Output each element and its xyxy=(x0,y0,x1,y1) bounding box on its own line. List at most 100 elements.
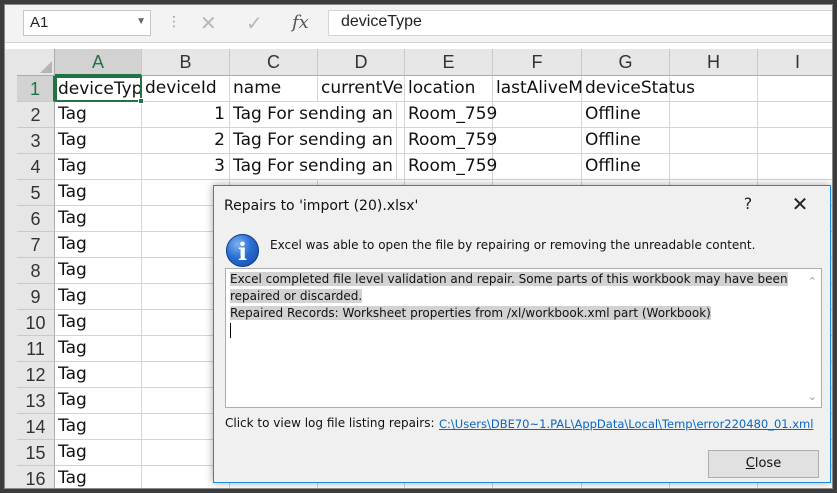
device-type-cell[interactable]: Tag xyxy=(55,232,142,258)
row-header-16[interactable]: 16 xyxy=(17,466,55,488)
cell[interactable] xyxy=(493,102,582,128)
details-line-2: repaired or discarded. xyxy=(230,289,363,303)
header-cell-b[interactable]: deviceId xyxy=(142,76,230,102)
dialog-title: Repairs to 'import (20).xlsx' xyxy=(224,198,419,214)
row-header-8[interactable]: 8 xyxy=(17,258,55,284)
info-icon: i xyxy=(226,234,259,267)
cell[interactable] xyxy=(670,102,758,128)
scroll-down-icon[interactable]: ⌄ xyxy=(808,388,817,405)
dialog-message: Excel was able to open the file by repai… xyxy=(270,238,756,252)
header-cell-g[interactable]: deviceStatus xyxy=(582,76,695,102)
header-cell-e[interactable]: location xyxy=(405,76,493,102)
repairs-dialog: Repairs to 'import (20).xlsx' ? ✕ i Exce… xyxy=(213,185,831,483)
cell[interactable] xyxy=(493,154,582,180)
details-line-3: Repaired Records: Worksheet properties f… xyxy=(230,306,711,320)
row-header-7[interactable]: 7 xyxy=(17,232,55,258)
name-cell[interactable]: Tag For sending an a xyxy=(230,128,397,154)
close-button-label: lose xyxy=(754,456,782,471)
location-cell[interactable]: Room_759 xyxy=(405,154,497,180)
header-cell-c[interactable]: name xyxy=(230,76,318,102)
close-icon[interactable]: ✕ xyxy=(788,192,812,216)
device-type-cell[interactable]: Tag xyxy=(55,154,142,180)
cancel-icon[interactable]: ✕ xyxy=(200,11,217,35)
name-cell[interactable]: Tag For sending an a xyxy=(230,154,397,180)
scroll-up-icon[interactable]: ⌃ xyxy=(808,273,817,290)
check-icon[interactable]: ✓ xyxy=(246,11,263,35)
cell[interactable] xyxy=(758,128,832,154)
device-type-cell[interactable]: Tag xyxy=(55,180,142,206)
row-header-11[interactable]: 11 xyxy=(17,336,55,362)
name-cell[interactable]: Tag For sending an a xyxy=(230,102,397,128)
formula-input[interactable]: deviceType xyxy=(328,10,832,36)
formula-bar-grip-icon: ⋮ xyxy=(167,14,181,30)
column-header-e[interactable]: E xyxy=(405,49,493,76)
row-header-9[interactable]: 9 xyxy=(17,284,55,310)
device-id-cell[interactable]: 3 xyxy=(142,154,230,180)
text-caret xyxy=(230,323,231,338)
row-header-4[interactable]: 4 xyxy=(17,154,55,180)
device-type-cell[interactable]: Tag xyxy=(55,466,142,488)
device-id-cell[interactable]: 2 xyxy=(142,128,230,154)
excel-window: A1 ▼ ⋮ ✕ ✓ fx deviceType ABCDEFGHI123456… xyxy=(4,4,833,489)
repair-details-textarea[interactable]: Excel completed file level validation an… xyxy=(225,268,822,408)
details-line-1: Excel completed file level validation an… xyxy=(230,272,788,286)
device-id-cell[interactable]: 1 xyxy=(142,102,230,128)
status-cell[interactable]: Offline xyxy=(582,154,670,180)
cell[interactable] xyxy=(758,154,832,180)
fill-handle[interactable] xyxy=(138,98,144,104)
column-header-d[interactable]: D xyxy=(318,49,405,76)
status-cell[interactable]: Offline xyxy=(582,102,670,128)
log-file-link[interactable]: C:\Users\DBE70~1.PAL\AppData\Local\Temp\… xyxy=(439,417,813,431)
row-header-6[interactable]: 6 xyxy=(17,206,55,232)
formula-bar: A1 ▼ ⋮ ✕ ✓ fx deviceType xyxy=(5,5,832,43)
header-cell-d[interactable]: currentVe xyxy=(318,76,405,102)
row-header-13[interactable]: 13 xyxy=(17,388,55,414)
device-type-cell[interactable]: Tag xyxy=(55,336,142,362)
select-all-button[interactable] xyxy=(17,49,55,76)
name-box-value: A1 xyxy=(30,14,49,31)
device-type-cell[interactable]: Tag xyxy=(55,128,142,154)
column-header-i[interactable]: I xyxy=(758,49,832,76)
cell[interactable] xyxy=(670,128,758,154)
chevron-down-icon[interactable]: ▼ xyxy=(136,16,146,27)
cell[interactable] xyxy=(758,76,832,102)
close-button-accelerator: C xyxy=(745,456,755,471)
log-label: Click to view log file listing repairs: xyxy=(225,416,435,430)
device-type-cell[interactable]: Tag xyxy=(55,284,142,310)
device-type-cell[interactable]: Tag xyxy=(55,102,142,128)
cell[interactable] xyxy=(493,128,582,154)
header-cell-f[interactable]: lastAliveM xyxy=(493,76,583,102)
column-header-f[interactable]: F xyxy=(493,49,582,76)
cell[interactable] xyxy=(670,154,758,180)
column-header-a[interactable]: A xyxy=(55,49,142,76)
row-header-14[interactable]: 14 xyxy=(17,414,55,440)
cell[interactable] xyxy=(758,102,832,128)
row-header-10[interactable]: 10 xyxy=(17,310,55,336)
location-cell[interactable]: Room_759 xyxy=(405,128,497,154)
row-header-2[interactable]: 2 xyxy=(17,102,55,128)
row-header-3[interactable]: 3 xyxy=(17,128,55,154)
row-header-15[interactable]: 15 xyxy=(17,440,55,466)
close-button[interactable]: Close xyxy=(708,450,819,478)
device-type-cell[interactable]: Tag xyxy=(55,388,142,414)
row-header-1[interactable]: 1 xyxy=(17,76,55,102)
header-cell-a[interactable]: deviceTyp xyxy=(55,76,142,102)
status-cell[interactable]: Offline xyxy=(582,128,670,154)
name-box[interactable]: A1 ▼ xyxy=(23,10,151,36)
left-margin-strip xyxy=(5,49,17,488)
row-header-12[interactable]: 12 xyxy=(17,362,55,388)
row-header-5[interactable]: 5 xyxy=(17,180,55,206)
help-button[interactable]: ? xyxy=(738,194,758,213)
device-type-cell[interactable]: Tag xyxy=(55,258,142,284)
location-cell[interactable]: Room_759 xyxy=(405,102,497,128)
device-type-cell[interactable]: Tag xyxy=(55,362,142,388)
column-header-h[interactable]: H xyxy=(670,49,758,76)
column-header-c[interactable]: C xyxy=(230,49,318,76)
column-header-g[interactable]: G xyxy=(582,49,670,76)
device-type-cell[interactable]: Tag xyxy=(55,206,142,232)
insert-function-button[interactable]: fx xyxy=(292,12,309,33)
device-type-cell[interactable]: Tag xyxy=(55,440,142,466)
device-type-cell[interactable]: Tag xyxy=(55,310,142,336)
column-header-b[interactable]: B xyxy=(142,49,230,76)
device-type-cell[interactable]: Tag xyxy=(55,414,142,440)
